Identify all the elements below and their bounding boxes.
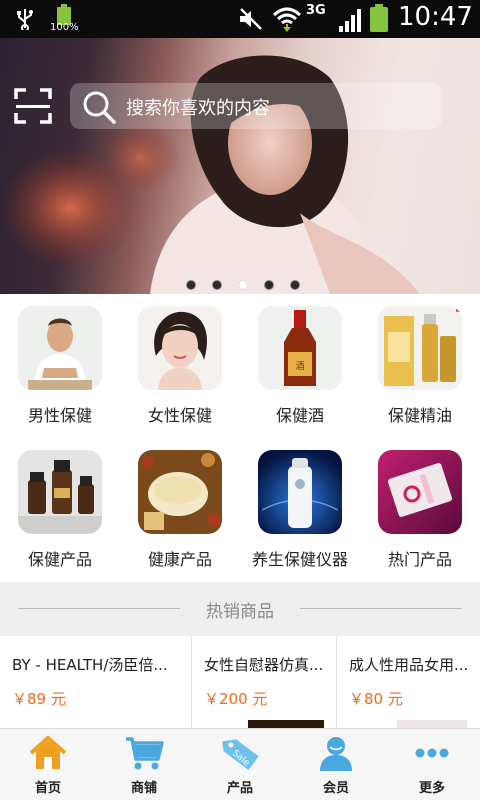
clock: 10:47	[398, 2, 473, 32]
category-label: 健康产品	[147, 550, 212, 569]
bottom-navigation: 首页 商铺 Sale 产品 会员 更多	[0, 728, 480, 800]
product-card[interactable]: 成人性用品女用... ￥80 元	[337, 636, 480, 728]
wellness-products-image	[138, 450, 222, 534]
nav-member[interactable]: 会员	[288, 729, 384, 800]
product-name: 成人性用品女用...	[349, 656, 469, 674]
nav-label: 商铺	[130, 781, 157, 796]
category-male-health[interactable]: 男性保健	[0, 294, 120, 438]
category-health-wine[interactable]: 酒 保健酒	[240, 294, 360, 438]
female-health-image	[138, 306, 222, 390]
category-hot-products[interactable]: 热门产品	[360, 438, 480, 582]
scan-icon[interactable]	[14, 88, 52, 124]
product-card[interactable]: 女性自慰器仿真... ￥200 元	[192, 636, 337, 728]
nav-shops[interactable]: 商铺	[96, 729, 192, 800]
status-bar: 100% 3G 10:47	[0, 0, 480, 38]
banner-carousel[interactable]: 搜索你喜欢的内容	[0, 38, 480, 294]
search-icon	[83, 91, 116, 124]
health-wine-image: 酒	[258, 306, 342, 390]
product-image-peek	[397, 720, 467, 728]
member-icon	[320, 737, 352, 771]
male-health-image	[18, 306, 102, 390]
nav-home[interactable]: 首页	[0, 729, 96, 800]
divider-right	[300, 608, 462, 609]
battery-percent: 100%	[50, 22, 79, 33]
svg-text:酒: 酒	[295, 361, 304, 372]
hot-products-list: BY - HEALTH/汤臣倍... ￥89 元 女性自慰器仿真... ￥200…	[0, 636, 480, 728]
product-price: ￥89 元	[12, 690, 66, 708]
category-label: 养生保健仪器	[251, 550, 348, 569]
category-grid: 男性保健 女性保健 酒 保健酒 保健精油 保健产品 健康产品 养生保健仪器 热门…	[0, 294, 480, 582]
category-wellness-products[interactable]: 健康产品	[120, 438, 240, 582]
search-input[interactable]: 搜索你喜欢的内容	[70, 83, 442, 129]
health-instrument-image	[258, 450, 342, 534]
sale-tag-icon: Sale	[222, 739, 259, 770]
nav-label: 产品	[226, 781, 253, 796]
nav-more[interactable]: 更多	[384, 729, 480, 800]
nav-products[interactable]: Sale 产品	[192, 729, 288, 800]
category-label: 热门产品	[387, 550, 452, 569]
usb-icon	[17, 9, 33, 30]
hot-products-image	[378, 450, 462, 534]
nav-label: 首页	[34, 781, 61, 796]
category-label: 保健精油	[387, 406, 452, 425]
battery-level-icon	[370, 4, 388, 32]
product-name: BY - HEALTH/汤臣倍...	[12, 656, 168, 674]
category-female-health[interactable]: 女性保健	[120, 294, 240, 438]
category-label: 男性保健	[27, 406, 92, 425]
home-icon	[29, 736, 67, 769]
product-card[interactable]: BY - HEALTH/汤臣倍... ￥89 元	[0, 636, 192, 728]
product-price: ￥80 元	[349, 690, 403, 708]
carousel-indicator	[186, 280, 306, 292]
carousel-dot[interactable]	[212, 280, 222, 290]
banner-photo	[0, 55, 420, 294]
mute-icon	[240, 8, 262, 30]
carousel-dot[interactable]	[290, 280, 300, 290]
carousel-dot[interactable]	[186, 280, 196, 290]
section-title: 热销商品	[206, 602, 274, 622]
category-health-instrument[interactable]: 养生保健仪器	[240, 438, 360, 582]
category-essential-oil[interactable]: 保健精油	[360, 294, 480, 438]
category-label: 女性保健	[147, 406, 212, 425]
more-icon	[415, 748, 449, 758]
cart-icon	[126, 737, 164, 770]
carousel-dot-active[interactable]	[238, 280, 248, 290]
health-products-image	[18, 450, 102, 534]
product-price: ￥200 元	[204, 690, 268, 708]
essential-oil-image	[378, 306, 462, 390]
wifi-icon	[272, 7, 302, 32]
carousel-dot[interactable]	[264, 280, 274, 290]
product-name: 女性自慰器仿真...	[204, 656, 324, 674]
nav-label: 会员	[322, 781, 349, 796]
app-screen: 100% 3G 10:47 搜索你喜欢的内容 男性保健 女性保健 酒 保健酒 保…	[0, 0, 480, 800]
category-label: 保健产品	[27, 550, 92, 569]
category-label: 保健酒	[275, 406, 324, 425]
category-health-products[interactable]: 保健产品	[0, 438, 120, 582]
nav-label: 更多	[418, 781, 445, 796]
product-image-peek	[248, 720, 324, 728]
search-placeholder: 搜索你喜欢的内容	[126, 98, 270, 119]
signal-icon	[339, 9, 361, 32]
hot-products-header: 热销商品	[0, 582, 480, 636]
network-type: 3G	[306, 3, 326, 18]
